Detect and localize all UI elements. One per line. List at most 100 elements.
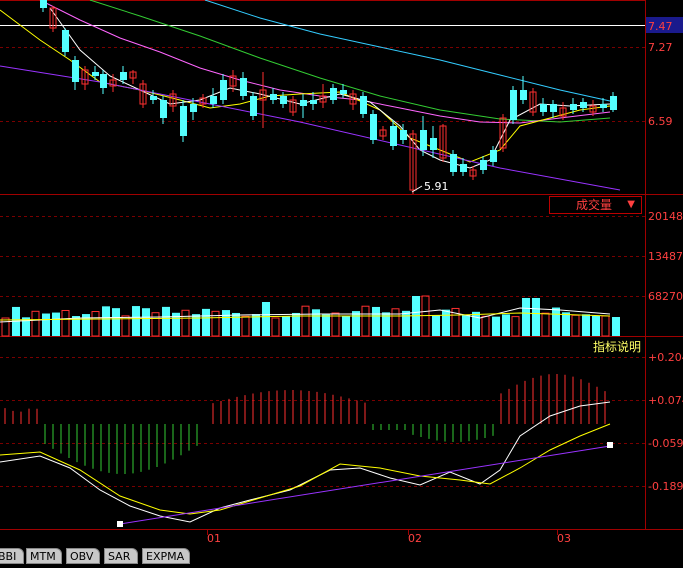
volume-bar <box>61 309 70 337</box>
low-marker-label: 5.91 <box>424 180 449 193</box>
candle-body <box>150 96 157 100</box>
indicator-tab-bar: BBI MTM OBV SAR EXPMA <box>0 546 683 568</box>
volume-indicator-label: 成交量 <box>576 198 613 212</box>
ma-line-purple <box>0 65 621 191</box>
volume-bar <box>372 306 380 336</box>
volume-bar <box>102 306 110 336</box>
volume-bar <box>181 309 190 337</box>
candle-body <box>300 100 307 106</box>
candle-body <box>190 104 197 112</box>
volume-bar <box>391 308 400 337</box>
volume-bar <box>112 308 120 336</box>
candle-body <box>270 94 277 100</box>
macd-axis-label-3: -0.059 <box>648 437 683 450</box>
volume-bar <box>142 308 150 336</box>
volume-bar <box>241 315 250 337</box>
volume-bar <box>282 316 290 336</box>
volume-bar <box>301 305 310 337</box>
volume-bar <box>511 316 520 337</box>
macd-dif-line <box>0 401 611 523</box>
x-axis-label-3: 03 <box>557 532 571 545</box>
volume-bar <box>552 307 560 336</box>
candle-body <box>550 104 557 112</box>
candle-body <box>330 88 337 100</box>
volume-bar <box>52 312 60 336</box>
volume-bar <box>222 310 230 336</box>
volume-bar <box>402 310 410 336</box>
volume-bar <box>192 314 200 336</box>
price-axis-label-1: 7.27 <box>648 41 673 54</box>
volume-bar <box>162 306 170 336</box>
x-axis <box>207 530 558 535</box>
macd-axis-label-1: +0.204 <box>648 351 683 364</box>
macd-axis-label-4: -0.189 <box>648 480 683 493</box>
candle-body <box>120 72 127 80</box>
candle-body <box>40 0 47 8</box>
volume-bar <box>91 311 100 337</box>
volume-bar <box>352 311 360 336</box>
volume-bar <box>232 312 240 336</box>
ma-line-cyan <box>204 0 611 102</box>
candle-body <box>310 100 317 104</box>
candle-body <box>92 72 99 76</box>
volume-bar <box>582 314 590 336</box>
ma-line-magenta <box>39 0 611 124</box>
volume-bar <box>322 314 330 336</box>
candle-body <box>490 150 497 162</box>
volume-bar <box>522 298 530 336</box>
volume-axis-label-1: 20148 <box>648 210 683 223</box>
volume-bar <box>462 314 470 336</box>
candle-body <box>100 74 107 88</box>
macd-dea-line <box>0 423 611 515</box>
x-axis-label-1: 01 <box>207 532 221 545</box>
volume-bar <box>342 315 350 336</box>
candle-body <box>460 164 467 172</box>
tab-mtm[interactable]: MTM <box>26 548 62 564</box>
stock-chart[interactable]: 7.47 7.27 6.59 20148 13487 68270 +0.204 … <box>0 0 683 568</box>
macd-axis-label-2: +0.074 <box>648 394 683 407</box>
volume-bar <box>571 314 580 337</box>
volume-bar <box>481 315 490 337</box>
candle-body <box>250 96 257 116</box>
volume-axis-label-2: 13487 <box>648 250 683 263</box>
tab-expma[interactable]: EXPMA <box>142 548 190 564</box>
volume-bar <box>492 316 500 336</box>
candle-body <box>580 102 587 108</box>
x-axis-label-2: 02 <box>408 532 422 545</box>
volume-indicator-dropdown[interactable]: 成交量 ▼ <box>549 196 642 214</box>
candle-body <box>600 104 607 108</box>
volume-bar <box>502 314 510 336</box>
candle-body <box>420 130 427 150</box>
candle-body <box>72 60 79 82</box>
candle-body <box>510 90 517 120</box>
candle-body <box>280 96 287 104</box>
volume-bar <box>592 315 600 336</box>
volume-bar <box>31 310 40 337</box>
current-price-label: 7.47 <box>648 20 673 33</box>
candle-body <box>160 100 167 118</box>
candle-body <box>390 126 397 146</box>
volume-bar <box>82 314 90 336</box>
price-axis-label-2: 6.59 <box>648 115 673 128</box>
indicator-help-link[interactable]: 指标说明 <box>593 340 641 354</box>
tab-obv[interactable]: OBV <box>66 548 100 564</box>
tab-bbi[interactable]: BBI <box>0 548 24 564</box>
volume-bar <box>262 302 270 336</box>
macd-trend-point-left[interactable] <box>117 521 123 527</box>
candle-body <box>180 106 187 136</box>
volume-bar <box>132 306 140 336</box>
candle-body <box>570 104 577 110</box>
tab-sar[interactable]: SAR <box>104 548 138 564</box>
candle-body <box>540 104 547 112</box>
macd-trend-point-right[interactable] <box>607 442 613 448</box>
candle-body <box>220 80 227 100</box>
candle-body <box>210 96 217 104</box>
candle-body <box>360 96 367 114</box>
ma-line-yellow <box>0 9 611 163</box>
volume-bar <box>472 311 480 336</box>
candle-body <box>62 30 69 52</box>
volume-bar <box>42 313 50 336</box>
gridlines <box>0 47 645 487</box>
volume-bar <box>312 309 320 336</box>
candle-body <box>610 96 617 110</box>
